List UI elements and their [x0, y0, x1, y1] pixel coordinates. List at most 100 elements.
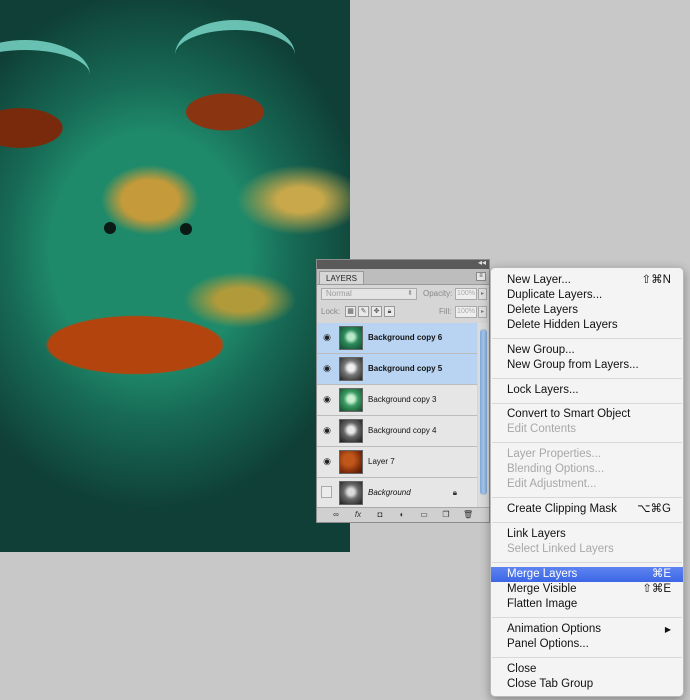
layer-thumbnail: [339, 326, 363, 350]
eye-icon[interactable]: ◉: [321, 362, 333, 374]
menu-item-merge-layers[interactable]: Merge Layers ⌘E: [491, 567, 683, 582]
panel-tab-row: LAYERS ≡: [317, 269, 489, 285]
layer-scrollbar[interactable]: [478, 323, 489, 509]
panel-title-bar[interactable]: ◂◂: [317, 258, 489, 269]
layer-row[interactable]: ◉ Background copy 6: [317, 323, 477, 354]
chevron-updown-icon: ⬍: [407, 290, 413, 297]
menu-item-duplicate-layers[interactable]: Duplicate Layers...: [491, 288, 683, 303]
menu-item-flatten-image[interactable]: Flatten Image: [491, 597, 683, 612]
layer-list: ◉ Background copy 6 ◉ Background copy 5 …: [317, 323, 477, 509]
menu-item-delete-hidden-layers[interactable]: Delete Hidden Layers: [491, 318, 683, 333]
shortcut-label: ⌘E: [651, 568, 671, 580]
menu-item-close-tab-group[interactable]: Close Tab Group: [491, 677, 683, 692]
layer-row[interactable]: ◉ Layer 7: [317, 447, 477, 478]
mask-brow-left: [0, 40, 90, 110]
eye-icon[interactable]: ◉: [321, 393, 333, 405]
mask-icon[interactable]: ◘: [375, 510, 385, 520]
opacity-arrow-button[interactable]: ▸: [478, 288, 487, 300]
layer-name: Background copy 5: [368, 364, 443, 373]
layer-name: Background copy 3: [368, 395, 437, 404]
lock-all-icon[interactable]: 🔒︎: [384, 306, 395, 317]
panel-footer: ∞ fx ◘ ◐ ▭ ❐ 🗑︎: [317, 507, 489, 522]
layers-panel-menu: New Layer... ⇧⌘N Duplicate Layers... Dele…: [490, 267, 684, 697]
new-layer-icon[interactable]: ❐: [441, 510, 451, 520]
menu-item-panel-options[interactable]: Panel Options...: [491, 637, 683, 652]
lock-icon: 🔒︎: [452, 488, 457, 497]
submenu-arrow-icon: ▶: [664, 625, 671, 634]
layer-row[interactable]: Background 🔒︎: [317, 478, 477, 509]
fill-field[interactable]: 100%: [455, 306, 477, 318]
menu-item-link-layers[interactable]: Link Layers: [491, 527, 683, 542]
lock-label: Lock:: [321, 307, 341, 316]
blend-mode-value: Normal: [326, 289, 352, 298]
menu-item-lock-layers[interactable]: Lock Layers...: [491, 383, 683, 398]
fill-arrow-button[interactable]: ▸: [478, 306, 487, 318]
menu-item-close[interactable]: Close: [491, 662, 683, 677]
menu-item-create-clipping-mask[interactable]: Create Clipping Mask ⌥⌘G: [491, 502, 683, 517]
canvas-image[interactable]: [0, 0, 350, 552]
collapse-icon[interactable]: ◂◂: [478, 258, 486, 267]
opacity-label: Opacity:: [423, 289, 453, 298]
fill-label: Fill:: [439, 307, 452, 316]
menu-item-animation-options[interactable]: Animation Options ▶: [491, 622, 683, 637]
lock-row: Lock: ▦ ✎ ✥ 🔒︎ Fill: 100% ▸: [321, 306, 487, 320]
opacity-field[interactable]: 100%: [455, 288, 477, 300]
lock-brush-icon[interactable]: ✎: [358, 306, 369, 317]
menu-separator: [492, 657, 682, 658]
layer-thumbnail: [339, 388, 363, 412]
menu-separator: [492, 497, 682, 498]
layer-name: Background: [368, 488, 411, 497]
lock-move-icon[interactable]: ✥: [371, 306, 382, 317]
visibility-toggle[interactable]: [321, 486, 332, 498]
menu-item-new-group-from-layers[interactable]: New Group from Layers...: [491, 358, 683, 373]
folder-icon[interactable]: ▭: [419, 510, 429, 520]
layer-thumbnail: [339, 419, 363, 443]
menu-item-edit-adjustment: Edit Adjustment...: [507, 478, 597, 490]
layer-thumbnail: [339, 450, 363, 474]
menu-item-convert-to-smart-object[interactable]: Convert to Smart Object: [491, 407, 683, 422]
layer-thumbnail: [339, 481, 363, 505]
trash-icon[interactable]: 🗑︎: [463, 510, 473, 520]
mask-brow-right: [175, 20, 295, 90]
menu-separator: [492, 522, 682, 523]
blend-row: Normal ⬍ Opacity: 100% ▸: [321, 288, 487, 302]
menu-separator: [492, 403, 682, 404]
link-icon[interactable]: ∞: [331, 510, 341, 520]
mask-nostril-right: [180, 223, 192, 235]
blend-mode-select[interactable]: Normal ⬍: [321, 288, 417, 300]
eye-icon[interactable]: ◉: [321, 455, 333, 467]
panel-menu-button[interactable]: ≡: [476, 272, 486, 281]
menu-item-blending-options: Blending Options...: [507, 463, 605, 475]
layer-name: Background copy 6: [368, 333, 443, 342]
shortcut-label: ⌥⌘G: [637, 503, 671, 515]
layer-row[interactable]: ◉ Background copy 5: [317, 354, 477, 385]
menu-item-new-group[interactable]: New Group...: [491, 343, 683, 358]
scroll-thumb[interactable]: [480, 329, 487, 495]
layer-thumbnail: [339, 357, 363, 381]
layer-name: Background copy 4: [368, 426, 437, 435]
menu-separator: [492, 617, 682, 618]
layer-name: Layer 7: [368, 457, 395, 466]
lock-transparent-icon[interactable]: ▦: [345, 306, 356, 317]
tab-layers[interactable]: LAYERS: [319, 271, 364, 284]
menu-separator: [492, 562, 682, 563]
menu-item-layer-properties: Layer Properties...: [507, 448, 601, 460]
menu-item-select-linked-layers: Select Linked Layers: [507, 543, 614, 555]
layer-row[interactable]: ◉ Background copy 4: [317, 416, 477, 447]
eye-icon[interactable]: ◉: [321, 424, 333, 436]
layer-row[interactable]: ◉ Background copy 3: [317, 385, 477, 416]
eye-icon[interactable]: ◉: [321, 331, 333, 343]
menu-separator: [492, 338, 682, 339]
menu-item-merge-visible[interactable]: Merge Visible ⇧⌘E: [491, 582, 683, 597]
menu-separator: [492, 378, 682, 379]
menu-item-delete-layers[interactable]: Delete Layers: [491, 303, 683, 318]
shortcut-label: ⇧⌘N: [641, 274, 671, 286]
menu-item-new-layer[interactable]: New Layer... ⇧⌘N: [491, 273, 683, 288]
mask-nostril-left: [104, 222, 116, 234]
menu-separator: [492, 442, 682, 443]
shortcut-label: ⇧⌘E: [642, 583, 671, 595]
adjustment-icon[interactable]: ◐: [397, 510, 407, 520]
fx-icon[interactable]: fx: [353, 510, 363, 520]
menu-item-edit-contents: Edit Contents: [507, 423, 577, 435]
layers-panel: ◂◂ LAYERS ≡ Normal ⬍ Opacity: 100% ▸ Loc…: [316, 258, 490, 523]
